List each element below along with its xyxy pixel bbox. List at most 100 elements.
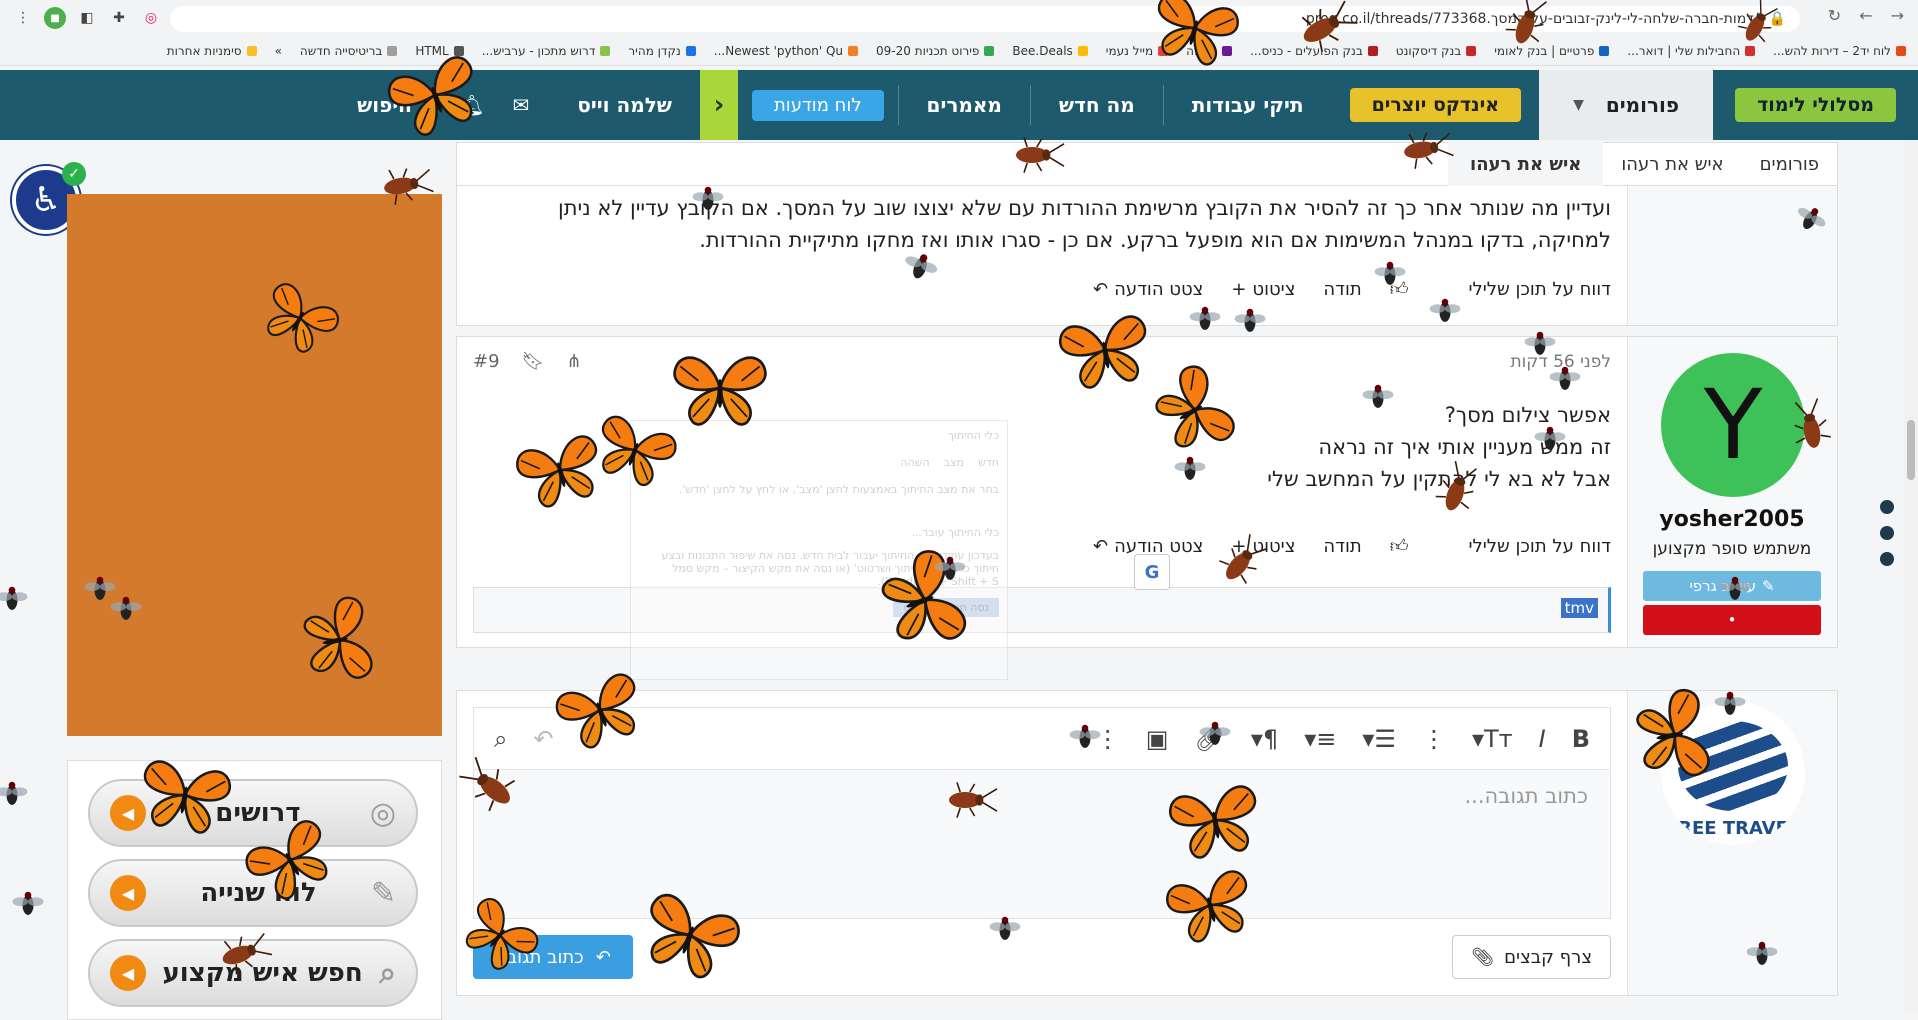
user-greeting[interactable]: שלמה וייס <box>549 85 700 125</box>
attach-files-button[interactable]: צרף קבצים 📎︎ <box>1452 935 1611 979</box>
avatar[interactable]: Y <box>1661 353 1805 497</box>
report-link[interactable]: דווח על תוכן שלילי <box>1469 279 1611 300</box>
scroll-thumb[interactable] <box>1907 420 1915 480</box>
quote-button[interactable]: ציטוט + <box>1231 279 1295 300</box>
user-skill-button[interactable]: ✎ עיצוב גרפי <box>1643 571 1821 601</box>
thanks-link[interactable]: תודה <box>1323 279 1361 300</box>
side-btn-label: חפש איש מקצוע <box>162 958 363 988</box>
bookmark-item[interactable]: מייל נעמי <box>1106 44 1169 58</box>
pencil-icon: ✎ <box>1761 577 1775 595</box>
bookmark-label: פירוט תכניות 09-20 <box>876 43 980 58</box>
nav-whats-new[interactable]: מה חדש <box>1029 85 1163 125</box>
share-icon[interactable]: ⋔ <box>566 351 581 372</box>
image-icon[interactable]: ▣ <box>1146 725 1169 753</box>
bold-icon[interactable]: B <box>1572 725 1590 753</box>
reply-editor[interactable]: B I Tт▾ ⋮ ☰▾ ≡▾ ¶▾ 🔗︎ ▣ ⋮ ↶ ⌕ כתוב תגובה… <box>473 707 1611 919</box>
mail-icon[interactable]: ✉ <box>513 93 530 117</box>
bulletin-board-button[interactable]: לוח מודעות <box>751 89 884 121</box>
report-link[interactable]: דווח על תוכן שלילי <box>1469 536 1611 557</box>
search-icon: ⌕ <box>419 93 432 117</box>
nav-scroll-arrow-icon[interactable]: ‹ <box>699 70 738 140</box>
ghost-title: כלי החיתוך <box>948 429 999 442</box>
italic-icon[interactable]: I <box>1539 725 1546 753</box>
fly-icon <box>0 781 28 805</box>
bookmark-item[interactable]: פירוט תכניות 09-20 <box>876 43 995 58</box>
ghost-new: חדש <box>978 456 999 469</box>
side-btn-find-pro[interactable]: ⌕ חפש איש מקצוע ◀ <box>88 939 418 1007</box>
like-button[interactable]: 👍︎ <box>1390 278 1409 300</box>
more-dots-icon-2[interactable]: ⋮ <box>1096 725 1120 753</box>
bookmark-item[interactable]: מניפה <box>1186 44 1233 58</box>
more-dots-icon[interactable]: ⋮ <box>1422 725 1446 753</box>
learning-paths-button[interactable]: מסלולי לימוד <box>1735 88 1896 122</box>
post-number[interactable]: #9 <box>473 351 500 372</box>
submit-reply-button[interactable]: ↶ כתוב תגובה <box>473 935 633 979</box>
selected-text: tmv <box>1560 598 1598 618</box>
post-text-line: אבל לא בא לי להתקין על המחשב שלי <box>1267 467 1611 491</box>
bookmark-item[interactable]: דרוש מתכון - ערביש... <box>482 44 611 58</box>
bookmark-item[interactable]: » <box>275 44 282 58</box>
post-time[interactable]: לפני 56 דקות <box>1511 352 1612 372</box>
bookmark-item[interactable]: בנק דיסקונט <box>1395 43 1477 58</box>
ghost-mode: מצב <box>943 456 964 469</box>
floating-dots-menu[interactable] <box>1880 500 1894 566</box>
preview-icon[interactable]: ⌕ <box>494 725 507 753</box>
like-button[interactable]: 👍︎ <box>1390 535 1409 557</box>
bookmark-item[interactable]: Newest 'python' Qu... <box>714 44 859 58</box>
side-btn-secondhand[interactable]: ✎ לוח שנייה ◀ <box>88 859 418 927</box>
bookmark-item[interactable]: HTML <box>415 44 464 58</box>
reply-arrow-icon: ↶ <box>1092 278 1109 300</box>
reload-icon[interactable]: ↻ <box>1828 6 1841 25</box>
thanks-link[interactable]: תודה <box>1323 536 1361 557</box>
bookmark-item[interactable]: לוח יד2 – דירות להש... <box>1773 44 1906 58</box>
play-icon: ◀ <box>110 875 147 911</box>
page-scrollbar[interactable] <box>1904 140 1918 1012</box>
search-button[interactable]: ⌕ חיפוש <box>357 93 431 117</box>
reply-section: REE TRAVE B I Tт▾ ⋮ ☰▾ ≡▾ ¶▾ 🔗︎ ▣ ⋮ ↶ ⌕ … <box>456 690 1838 996</box>
bookmark-item[interactable]: פרטיים | בנק לאומי <box>1494 44 1610 58</box>
list-icon[interactable]: ☰▾ <box>1362 725 1396 753</box>
wheelchair-icon: ♿︎ <box>30 180 62 220</box>
creators-index-button[interactable]: אינדקס יוצרים <box>1349 88 1522 122</box>
quote-label: ציטוט <box>1252 278 1296 300</box>
fly-icon <box>0 586 28 610</box>
bookmark-icon[interactable]: 🔖︎ <box>522 351 545 372</box>
side-menu: ◎ דרושים ◀ ✎ לוח שנייה ◀ ⌕ חפש איש מקצוע… <box>67 760 442 1020</box>
quote-button[interactable]: ציטוט + <box>1231 536 1295 557</box>
sidebar-icon[interactable]: ◧ <box>76 7 98 29</box>
bookmark-item[interactable]: Bee.Deals <box>1012 44 1088 58</box>
google-translate-icon[interactable]: G <box>1134 554 1170 590</box>
user-logo: REE TRAVE <box>1661 701 1805 845</box>
paragraph-icon[interactable]: ¶▾ <box>1251 725 1278 753</box>
forward-icon[interactable]: → <box>1891 6 1904 25</box>
link-icon[interactable]: 🔗︎ <box>1194 725 1224 753</box>
breadcrumb-forums[interactable]: פורומים <box>1742 154 1837 175</box>
bookmark-label: בנק דיסקונט <box>1395 43 1462 58</box>
nav-portfolios[interactable]: תיקי עבודות <box>1162 85 1332 125</box>
puzzle-icon[interactable]: ✚ <box>108 7 130 29</box>
bookmark-item[interactable]: נקדן מהיר <box>628 44 696 58</box>
extension-red-icon[interactable]: ◎ <box>140 7 162 29</box>
bookmark-favicon-icon <box>685 45 696 56</box>
bell-icon[interactable]: 🔔︎ <box>459 93 484 117</box>
address-bar[interactable]: prog.co.il/threads/773368.דמות-חברה-שלחה… <box>170 6 1800 32</box>
side-btn-jobs[interactable]: ◎ דרושים ◀ <box>88 779 418 847</box>
username[interactable]: yosher2005 <box>1627 507 1837 532</box>
back-icon[interactable]: ← <box>1859 6 1872 25</box>
nav-articles[interactable]: מאמרים <box>897 85 1030 125</box>
bookmark-item[interactable]: סימניות אחרות <box>167 44 257 58</box>
bookmark-item[interactable]: בנק הפועלים - כניס... <box>1250 44 1378 58</box>
reply-quote-button[interactable]: צטט הודעה ↶ <box>1093 279 1203 300</box>
undo-icon[interactable]: ↶ <box>533 725 553 753</box>
post-8: ועדיין מה שנותר אחר כך זה להסיר את הקובץ… <box>456 186 1838 326</box>
breadcrumb-current[interactable]: איש את רעהו <box>1448 142 1604 186</box>
target-icon: ◎ <box>369 795 396 831</box>
menu-dots-icon[interactable]: ⋮ <box>12 7 34 29</box>
bookmark-item[interactable]: החבילות שלי | דואר... <box>1627 44 1756 58</box>
extension-green-icon[interactable]: ■ <box>44 7 66 29</box>
align-icon[interactable]: ≡▾ <box>1304 725 1336 753</box>
breadcrumb-category[interactable]: איש את רעהו <box>1603 154 1741 175</box>
bookmark-item[interactable]: בריטיסייה חדשה <box>300 44 398 58</box>
forums-tab[interactable]: פורומים ▼ <box>1539 70 1714 140</box>
text-size-icon[interactable]: Tт▾ <box>1472 725 1513 753</box>
